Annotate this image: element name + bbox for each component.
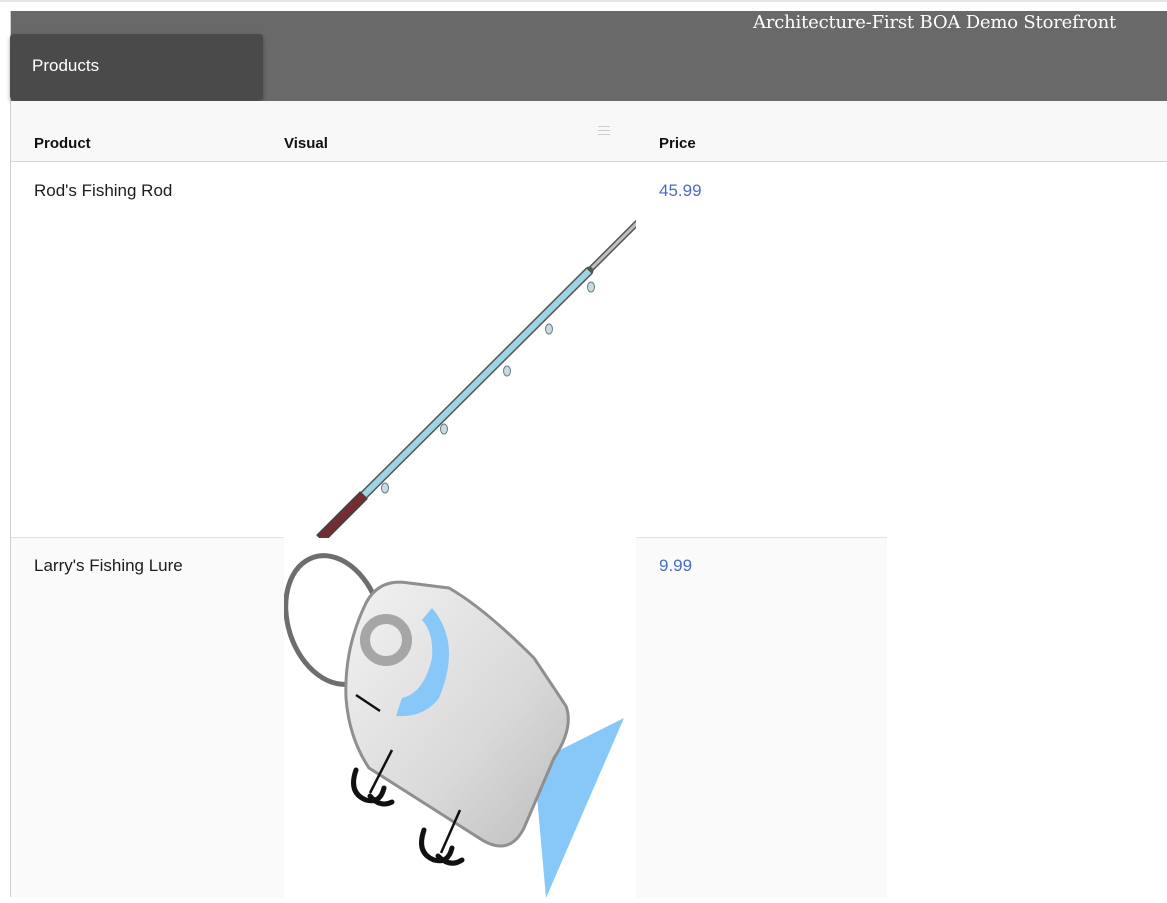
products-grid-header: Product Visual Price: [11, 101, 1167, 162]
table-row[interactable]: Larry's Fishing Lure 9.99: [11, 538, 887, 898]
price-link[interactable]: 9.99: [659, 556, 692, 576]
product-name-cell: Rod's Fishing Rod: [34, 181, 173, 200]
app-title: Architecture-First BOA Demo Storefront: [753, 12, 1116, 33]
app-header: Architecture-First BOA Demo Storefront P…: [10, 11, 1167, 101]
products-tab[interactable]: Products: [10, 34, 263, 100]
product-name-cell: Larry's Fishing Lure: [34, 556, 183, 575]
fishing-lure-icon: [283, 553, 624, 898]
storefront-app: Architecture-First BOA Demo Storefront P…: [10, 11, 1167, 898]
table-row[interactable]: Rod's Fishing Rod 45.99: [11, 163, 887, 543]
fishing-rod-image: [284, 163, 645, 543]
fishing-lure-image: [283, 538, 636, 898]
column-menu-icon[interactable]: [598, 126, 610, 135]
column-header-visual[interactable]: Visual: [284, 135, 328, 152]
fishing-rod-icon: [316, 215, 645, 543]
top-strip: [0, 0, 1167, 2]
price-link[interactable]: 45.99: [659, 181, 702, 201]
column-header-product[interactable]: Product: [34, 135, 91, 152]
column-header-price[interactable]: Price: [659, 135, 696, 152]
